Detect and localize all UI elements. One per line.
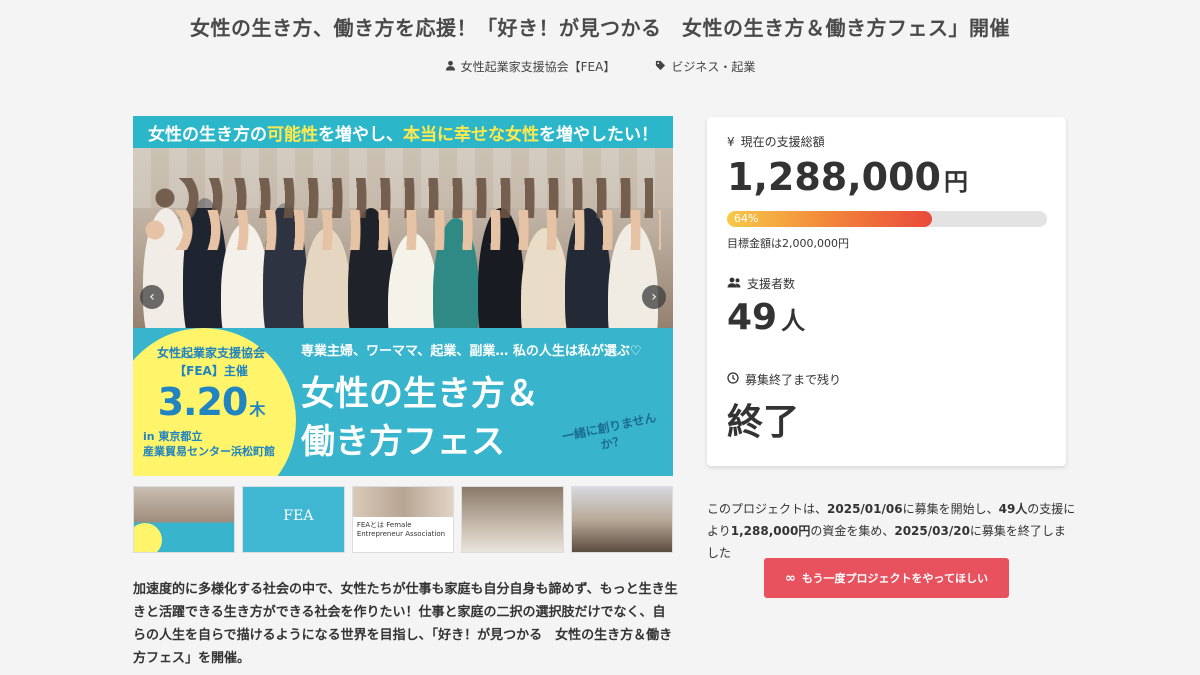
supporters-label: 支援者数	[727, 275, 795, 292]
user-icon	[445, 60, 456, 74]
owner-name[interactable]: 女性起業家支援協会【FEA】	[461, 58, 616, 75]
hero-info-panel: 女性起業家支援協会 【FEA】主催 3.20 木 in 東京都立 産業貿易センター…	[133, 328, 673, 476]
project-description: 加速度的に多様化する社会の中で、女性たちが仕事も家庭も自分自身も諦めず、もっと生…	[133, 582, 678, 666]
prev-slide-button[interactable]: ‹	[140, 285, 164, 309]
infinity-icon: ∞	[785, 570, 796, 586]
thumbnail-3[interactable]: FEAとは Female Entrepreneur Association	[351, 486, 455, 553]
thumbnail-4[interactable]	[461, 486, 564, 553]
progress-percent: 64%	[734, 212, 759, 225]
hero-slideshow: 女性の生き方の 可能性 を増やし、 本当に幸せな女性 を増やしたい！ 女性起業家支援協会…	[133, 116, 673, 476]
thumbnail-1[interactable]	[133, 486, 236, 553]
hero-banner: 女性の生き方の 可能性 を増やし、 本当に幸せな女性 を増やしたい！	[133, 116, 673, 148]
request-again-button[interactable]: ∞ もう一度プロジェクトをやってほしい	[764, 558, 1009, 598]
category-link[interactable]: ビジネス・起業	[655, 58, 755, 75]
page-title: 女性の生き方、働き方を応援！「好き！が見つかる 女性の生き方＆働き方フェス」開催	[190, 16, 1010, 40]
funding-progress-bar: 64%	[727, 211, 1047, 227]
funding-stats-card: ¥ 現在の支援総額 1,288,000 円 64% 目標金額は2,000,000円…	[707, 117, 1066, 466]
thumbnail-5[interactable]	[570, 486, 674, 553]
group-photo	[133, 148, 673, 348]
hero-title-line2: 働き方フェス	[301, 422, 505, 462]
organizer: 女性起業家支援協会 【FEA】主催	[156, 346, 265, 378]
category-name[interactable]: ビジネス・起業	[671, 58, 755, 75]
hero-subtitle: 専業主婦、ワーママ、起業、副業… 私の人生は私が選ぶ♡	[301, 344, 642, 359]
users-icon	[727, 277, 741, 291]
yen-icon: ¥	[727, 134, 735, 149]
event-date: 3.20 木	[157, 380, 266, 424]
project-summary: このプロジェクトは、2025/01/06に募集を開始し、49人の支援により1,2…	[707, 502, 1076, 560]
remaining-value: 終了	[727, 402, 800, 443]
remaining-label: 募集終了まで残り	[727, 371, 841, 388]
tag-icon	[655, 60, 666, 74]
hero-title-line1: 女性の生き方＆	[301, 374, 539, 414]
supporters-count: 49 人	[727, 297, 806, 338]
thumbnail-2[interactable]: FEA	[242, 486, 345, 553]
event-venue: in 東京都立 産業貿易センター浜松町館	[143, 430, 275, 458]
project-meta: 女性起業家支援協会【FEA】 ビジネス・起業	[0, 58, 1200, 75]
total-amount: 1,288,000 円	[727, 155, 968, 199]
next-slide-button[interactable]: ›	[642, 285, 666, 309]
goal-amount: 目標金額は2,000,000円	[727, 237, 849, 250]
clock-icon	[727, 372, 739, 387]
thumbnail-strip: FEA FEAとは Female Entrepreneur Associatio…	[133, 486, 674, 553]
owner-link[interactable]: 女性起業家支援協会【FEA】	[445, 58, 616, 75]
hero-callout: 一緒に創りませんか？	[560, 410, 658, 452]
total-label: ¥ 現在の支援総額	[727, 134, 825, 150]
